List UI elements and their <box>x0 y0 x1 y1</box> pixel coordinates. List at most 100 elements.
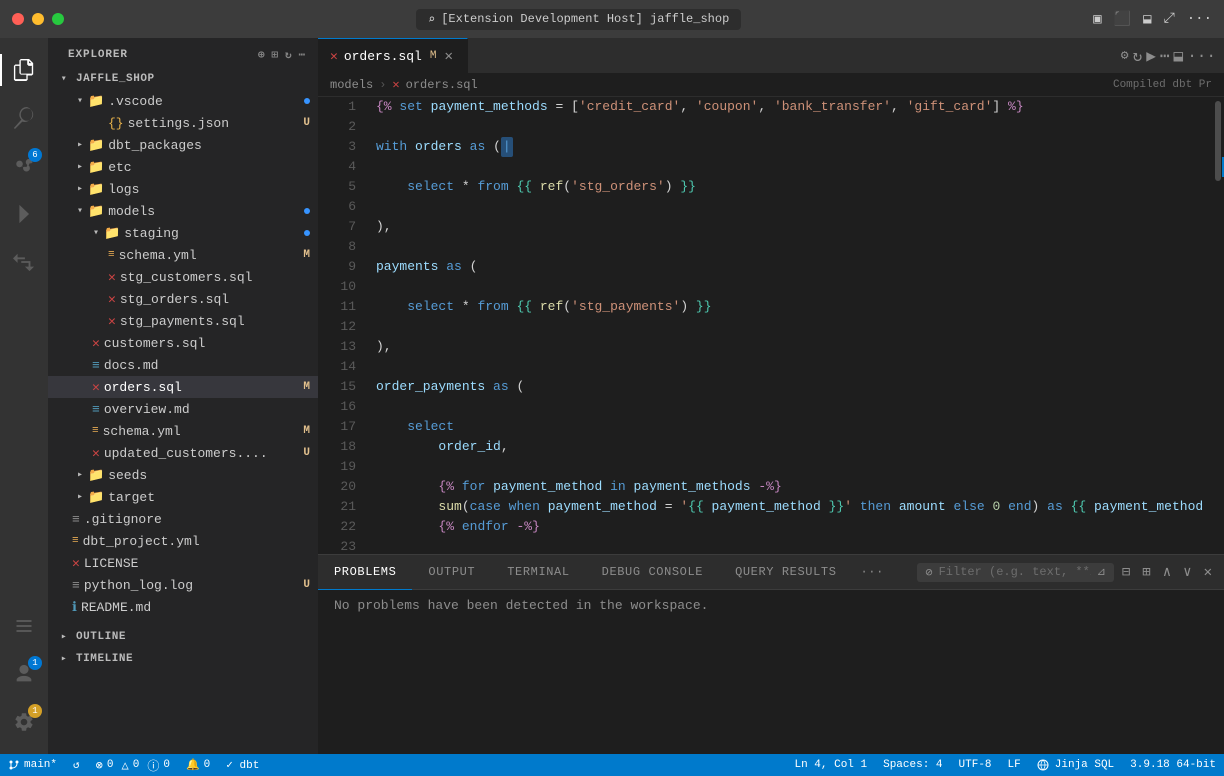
panel-down-icon[interactable]: ∨ <box>1179 560 1195 585</box>
sidebar-item-label: logs <box>108 182 139 197</box>
editor-container: 12345 678910 1112131415 1617181920 21222… <box>318 97 1224 554</box>
refresh-icon[interactable]: ↻ <box>285 48 293 62</box>
sidebar-item-updated-customers[interactable]: ✕ updated_customers.... U <box>48 442 318 464</box>
breadcrumb-models[interactable]: models <box>330 78 373 92</box>
sidebar-item-models[interactable]: ▾ 📁 models <box>48 200 318 222</box>
folder-arrow-icon: ▸ <box>72 183 88 195</box>
sidebar-outline[interactable]: ▸ OUTLINE <box>48 626 318 648</box>
activity-explorer[interactable] <box>0 46 48 94</box>
more-icon[interactable]: ··· <box>1187 11 1212 27</box>
activity-extensions[interactable] <box>0 238 48 286</box>
folder-arrow-icon: ▾ <box>88 227 104 239</box>
sidebar-timeline[interactable]: ▸ TIMELINE <box>48 648 318 670</box>
sidebar-item-dbt-packages[interactable]: ▸ 📁 dbt_packages <box>48 134 318 156</box>
code-line-21: sum(case when payment_method = '{{ payme… <box>376 497 1204 517</box>
statusbar-python-version[interactable]: 3.9.18 64-bit <box>1122 754 1224 776</box>
sidebar-item-orders[interactable]: ✕ orders.sql M <box>48 376 318 398</box>
statusbar-encoding[interactable]: UTF-8 <box>951 754 1000 776</box>
maximize-button[interactable] <box>52 13 64 25</box>
split-editor-icon[interactable]: ⬓ <box>1174 46 1184 66</box>
statusbar-eol[interactable]: LF <box>1000 754 1029 776</box>
statusbar-language[interactable]: Jinja SQL <box>1029 754 1122 776</box>
minimize-button[interactable] <box>32 13 44 25</box>
panel-tab-output[interactable]: OUTPUT <box>412 555 491 590</box>
panel-tab-terminal[interactable]: TERMINAL <box>491 555 585 590</box>
close-button[interactable] <box>12 13 24 25</box>
tab-orders-sql[interactable]: ✕ orders.sql M ✕ <box>318 38 468 73</box>
sidebar-item-seeds[interactable]: ▸ 📁 seeds <box>48 464 318 486</box>
activity-remote[interactable] <box>0 602 48 650</box>
activity-search[interactable] <box>0 94 48 142</box>
sidebar-item-dbt-project-yml[interactable]: ≡ dbt_project.yml <box>48 530 318 552</box>
panel-filter[interactable]: ⊘ ⊿ <box>917 563 1113 582</box>
statusbar-sync[interactable]: ↺ <box>65 754 88 776</box>
play-icon[interactable]: ▶ <box>1146 46 1156 66</box>
breadcrumb-file[interactable]: orders.sql <box>406 78 478 92</box>
titlebar-center: ⌕ [Extension Development Host] jaffle_sh… <box>416 9 741 30</box>
sidebar-item-schema-yml-staging[interactable]: ≡ schema.yml M <box>48 244 318 266</box>
new-file-icon[interactable]: ⊕ <box>258 48 266 62</box>
sidebar-item-overview-md[interactable]: ≡ overview.md <box>48 398 318 420</box>
collapse-icon[interactable]: ⊟ <box>1118 560 1134 585</box>
statusbar-dbt[interactable]: ✓ dbt <box>218 754 267 776</box>
sidebar-item-gitignore[interactable]: ≡ .gitignore <box>48 508 318 530</box>
sidebar-item-stg-customers[interactable]: ✕ stg_customers.sql <box>48 266 318 288</box>
more-tabs-icon[interactable]: ⋯ <box>1160 46 1170 66</box>
folder-arrow-icon: ▾ <box>72 205 88 217</box>
sidebar-item-logs[interactable]: ▸ 📁 logs <box>48 178 318 200</box>
panel-tab-more[interactable]: ··· <box>853 555 892 590</box>
sidebar-item-vscode[interactable]: ▾ 📁 .vscode <box>48 90 318 112</box>
sidebar-item-etc[interactable]: ▸ 📁 etc <box>48 156 318 178</box>
sidebar-item-settings-json[interactable]: {} settings.json U <box>48 112 318 134</box>
sidebar-toggle-icon[interactable]: ▣ <box>1093 11 1101 28</box>
tab-close-button[interactable]: ✕ <box>442 47 454 66</box>
filter-input[interactable] <box>939 565 1091 579</box>
sidebar-item-readme-md[interactable]: ℹ README.md <box>48 596 318 618</box>
sidebar-item-target[interactable]: ▸ 📁 target <box>48 486 318 508</box>
activity-account[interactable]: 1 <box>0 650 48 698</box>
panel-toggle-icon[interactable]: ⬓ <box>1143 11 1151 28</box>
tab-label: orders.sql <box>344 49 422 64</box>
sidebar-item-docs-md[interactable]: ≡ docs.md <box>48 354 318 376</box>
sidebar-item-customers[interactable]: ✕ customers.sql <box>48 332 318 354</box>
sidebar-project-root[interactable]: ▾ JAFFLE_SHOP <box>48 68 318 90</box>
collapse-all-icon[interactable]: ⋯ <box>298 48 306 62</box>
layout-icon[interactable]: ⬛ <box>1114 11 1131 28</box>
refresh-icon[interactable]: ↻ <box>1133 46 1143 66</box>
run-query-icon[interactable]: ⚙ <box>1121 48 1129 63</box>
sidebar-item-label: stg_orders.sql <box>120 292 229 307</box>
statusbar-errors[interactable]: ⊗ 0 △ 0 ⓘ 0 <box>88 754 178 776</box>
statusbar-bell[interactable]: 🔔 0 <box>178 754 218 776</box>
new-folder-icon[interactable]: ⊞ <box>271 48 279 62</box>
statusbar-line-col[interactable]: Ln 4, Col 1 <box>786 754 875 776</box>
panel-up-icon[interactable]: ∧ <box>1159 560 1175 585</box>
fullscreen-icon[interactable]: ⤢ <box>1164 11 1175 27</box>
editor-code[interactable]: {% set payment_methods = ['credit_card',… <box>368 97 1212 554</box>
sidebar-item-python-log[interactable]: ≡ python_log.log U <box>48 574 318 596</box>
folder-arrow-icon: ▸ <box>72 161 88 173</box>
panel-close-icon[interactable]: ✕ <box>1200 560 1216 585</box>
traffic-lights[interactable] <box>12 13 64 25</box>
statusbar-spaces[interactable]: Spaces: 4 <box>875 754 950 776</box>
panel-tab-actions: ⊘ ⊿ ⊟ ⊞ ∧ ∨ ✕ <box>917 560 1224 585</box>
sidebar-item-stg-payments[interactable]: ✕ stg_payments.sql <box>48 310 318 332</box>
sidebar-item-stg-orders[interactable]: ✕ stg_orders.sql <box>48 288 318 310</box>
toolbar-more-icon[interactable]: ··· <box>1187 47 1216 65</box>
modified-dot <box>304 230 310 236</box>
panel: PROBLEMS OUTPUT TERMINAL DEBUG CONSOLE Q… <box>318 554 1224 754</box>
panel-tab-debug-console[interactable]: DEBUG CONSOLE <box>586 555 719 590</box>
sidebar-item-staging[interactable]: ▾ 📁 staging <box>48 222 318 244</box>
activity-run[interactable] <box>0 190 48 238</box>
sidebar-item-schema-yml-models[interactable]: ≡ schema.yml M <box>48 420 318 442</box>
sidebar-item-license[interactable]: ✕ LICENSE <box>48 552 318 574</box>
command-palette[interactable]: ⌕ [Extension Development Host] jaffle_sh… <box>416 9 741 30</box>
panel-tab-query-results[interactable]: QUERY RESULTS <box>719 555 852 590</box>
statusbar-git-branch[interactable]: main* <box>0 754 65 776</box>
output-tab-label: OUTPUT <box>428 565 475 579</box>
folder-icon: 📁 <box>88 138 104 153</box>
activity-source-control[interactable]: 6 <box>0 142 48 190</box>
panel-tab-problems[interactable]: PROBLEMS <box>318 555 412 590</box>
activity-settings[interactable]: 1 <box>0 698 48 746</box>
editor-scrollbar[interactable] <box>1212 97 1224 554</box>
sort-icon[interactable]: ⊞ <box>1138 560 1154 585</box>
